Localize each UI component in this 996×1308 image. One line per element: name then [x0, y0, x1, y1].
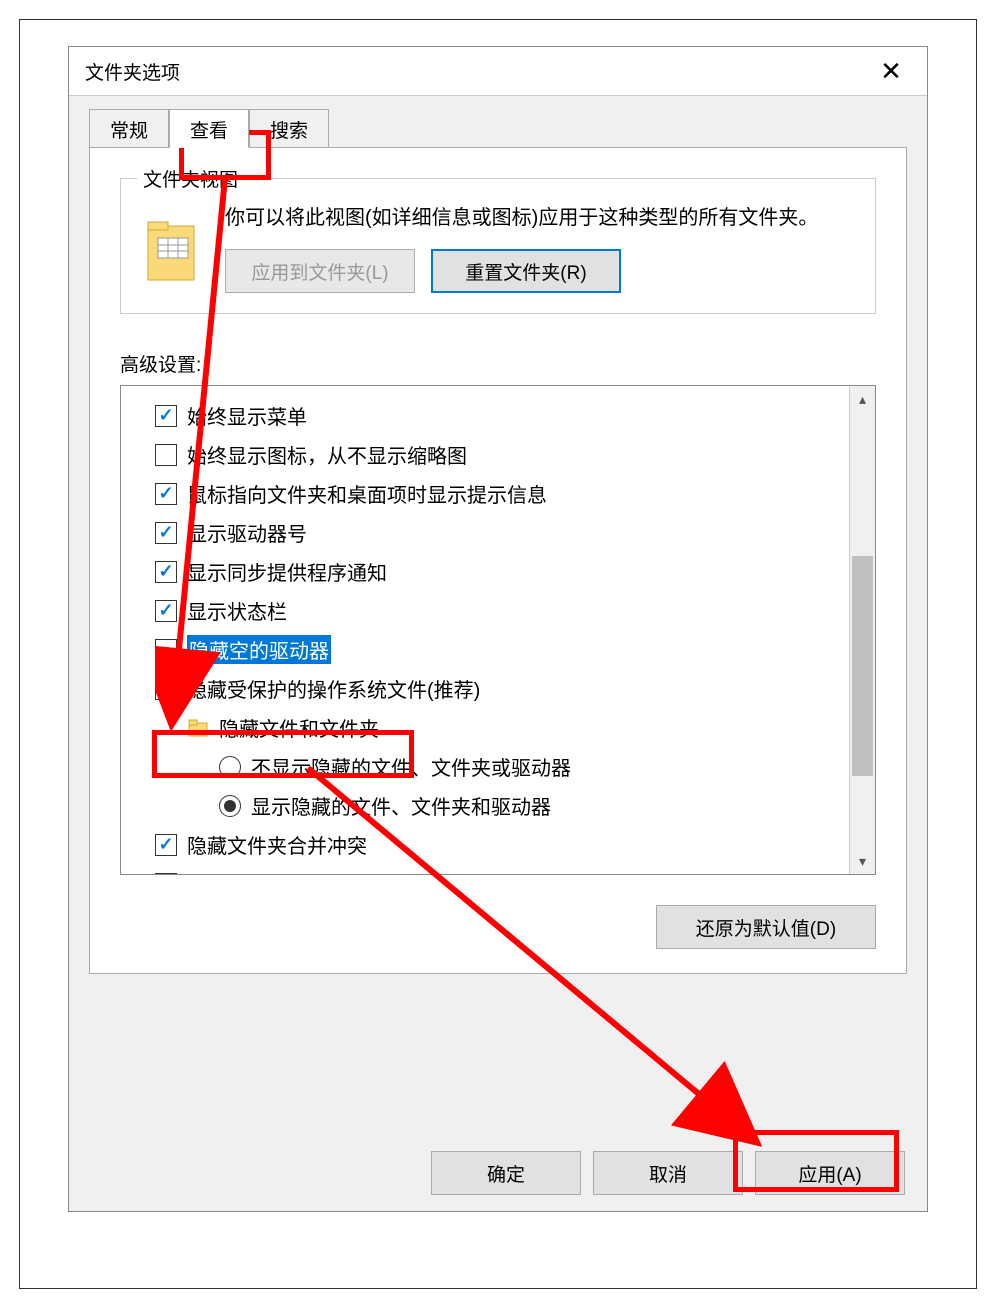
scroll-up-icon[interactable]: ▴	[850, 386, 875, 412]
list-item-label: 隐藏空的驱动器	[187, 635, 331, 664]
outer-frame: 文件夹选项 ✕ 常规 查看 搜索 文件夹视图	[20, 20, 976, 1288]
list-item-label: 显示状态栏	[187, 596, 287, 625]
apply-button[interactable]: 应用(A)	[755, 1151, 905, 1195]
list-item-label: 不显示隐藏的文件、文件夹或驱动器	[251, 752, 571, 781]
list-item[interactable]: ✓ 始终显示图标，从不显示缩略图	[155, 435, 843, 474]
scrollbar[interactable]: ▴ ▾	[849, 386, 875, 874]
tab-panel-view: 文件夹视图	[89, 147, 907, 974]
list-item[interactable]: ✓ 始终显示菜单	[155, 396, 843, 435]
list-item[interactable]: ✓ 显示同步提供程序通知	[155, 552, 843, 591]
list-item-label: 始终显示图标，从不显示缩略图	[187, 440, 467, 469]
dialog-buttons: 确定 取消 应用(A)	[431, 1151, 905, 1195]
checkbox-icon[interactable]: ✓	[155, 405, 177, 427]
list-item[interactable]: ✓ 隐藏空的驱动器	[155, 630, 843, 669]
radio-icon[interactable]	[219, 795, 241, 817]
list-item-label: 隐藏文件夹合并冲突	[187, 830, 367, 859]
tab-general[interactable]: 常规	[89, 109, 169, 148]
list-item[interactable]: ✓ 隐藏受保护的操作系统文件(推荐)	[155, 669, 843, 708]
list-item-label: 鼠标指向文件夹和桌面项时显示提示信息	[187, 479, 547, 508]
list-item[interactable]: ✓ 显示驱动器号	[155, 513, 843, 552]
titlebar: 文件夹选项 ✕	[69, 47, 927, 95]
checkbox-icon[interactable]: ✓	[155, 483, 177, 505]
folder-view-label: 文件夹视图	[137, 165, 244, 192]
list-item-label: 隐藏受保护的操作系统文件(推荐)	[187, 674, 480, 703]
tab-view[interactable]: 查看	[169, 109, 249, 148]
list-item-label: 隐藏文件和文件夹	[219, 713, 379, 742]
tab-search[interactable]: 搜索	[249, 109, 329, 148]
tabs: 常规 查看 搜索	[89, 109, 907, 148]
folder-view-group: 文件夹视图	[120, 178, 876, 314]
cancel-button[interactable]: 取消	[593, 1151, 743, 1195]
reset-folders-button[interactable]: 重置文件夹(R)	[431, 249, 621, 293]
checkbox-icon[interactable]: ✓	[155, 873, 177, 875]
scroll-thumb[interactable]	[852, 556, 873, 776]
list-item[interactable]: 不显示隐藏的文件、文件夹或驱动器	[155, 747, 843, 786]
restore-defaults-button[interactable]: 还原为默认值(D)	[656, 905, 876, 949]
window-title: 文件夹选项	[85, 58, 180, 85]
folder-options-dialog: 文件夹选项 ✕ 常规 查看 搜索 文件夹视图	[68, 46, 928, 1212]
list-item[interactable]: ✓ 隐藏文件夹合并冲突	[155, 825, 843, 864]
checkbox-icon[interactable]: ✓	[155, 678, 177, 700]
checkbox-icon[interactable]: ✓	[155, 600, 177, 622]
list-item-label: 显示驱动器号	[187, 518, 307, 547]
radio-icon[interactable]	[219, 756, 241, 778]
ok-button[interactable]: 确定	[431, 1151, 581, 1195]
list-item-label: 显示隐藏的文件、文件夹和驱动器	[251, 791, 551, 820]
dialog-content: 常规 查看 搜索 文件夹视图	[69, 95, 927, 1211]
list-item[interactable]: 显示隐藏的文件、文件夹和驱动器	[155, 786, 843, 825]
list-item[interactable]: ✓ 隐藏已知文件类型的扩展名	[155, 864, 843, 874]
list-item[interactable]: 隐藏文件和文件夹	[155, 708, 843, 747]
checkbox-icon[interactable]: ✓	[155, 444, 177, 466]
checkbox-icon[interactable]: ✓	[155, 639, 177, 661]
checkbox-icon[interactable]: ✓	[155, 834, 177, 856]
list-item[interactable]: ✓ 显示状态栏	[155, 591, 843, 630]
list-item-label: 始终显示菜单	[187, 401, 307, 430]
folder-view-text: 你可以将此视图(如详细信息或图标)应用于这种类型的所有文件夹。	[225, 203, 855, 233]
checkbox-icon[interactable]: ✓	[155, 561, 177, 583]
list-item-label: 显示同步提供程序通知	[187, 557, 387, 586]
folder-small-icon	[187, 717, 209, 739]
advanced-settings-list: ✓ 始终显示菜单 ✓ 始终显示图标，从不显示缩略图 ✓ 鼠标指向文件夹和桌面项时显示提示信…	[120, 385, 876, 875]
scroll-down-icon[interactable]: ▾	[850, 848, 875, 874]
folder-icon	[141, 211, 205, 291]
list-item-label: 隐藏已知文件类型的扩展名	[187, 869, 427, 874]
checkbox-icon[interactable]: ✓	[155, 522, 177, 544]
close-button[interactable]: ✕	[871, 51, 911, 91]
advanced-settings-label: 高级设置:	[120, 350, 876, 377]
list-item[interactable]: ✓ 鼠标指向文件夹和桌面项时显示提示信息	[155, 474, 843, 513]
apply-to-folders-button: 应用到文件夹(L)	[225, 249, 415, 293]
